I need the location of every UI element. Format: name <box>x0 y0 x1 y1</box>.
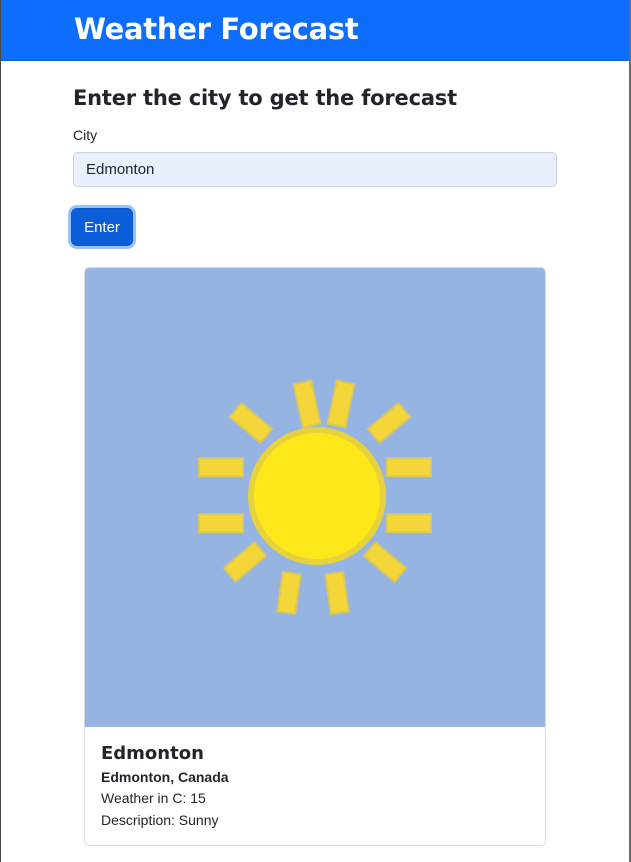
navbar: Weather Forecast <box>1 0 629 61</box>
window-left-border <box>0 0 1 862</box>
description-text: Description: Sunny <box>101 812 219 828</box>
city-input[interactable] <box>73 152 557 187</box>
card-title: Edmonton <box>101 743 204 764</box>
forecast-card: Edmonton Edmonton, Canada Weather in C: … <box>84 267 546 846</box>
sun-icon <box>198 379 432 616</box>
form-heading: Enter the city to get the forecast <box>73 86 457 110</box>
enter-button[interactable]: Enter <box>71 208 133 246</box>
temperature-text: Weather in C: 15 <box>101 790 206 806</box>
card-location: Edmonton, Canada <box>101 769 229 785</box>
city-label: City <box>73 127 98 143</box>
weather-image <box>85 268 545 727</box>
app-title[interactable]: Weather Forecast <box>74 12 359 46</box>
